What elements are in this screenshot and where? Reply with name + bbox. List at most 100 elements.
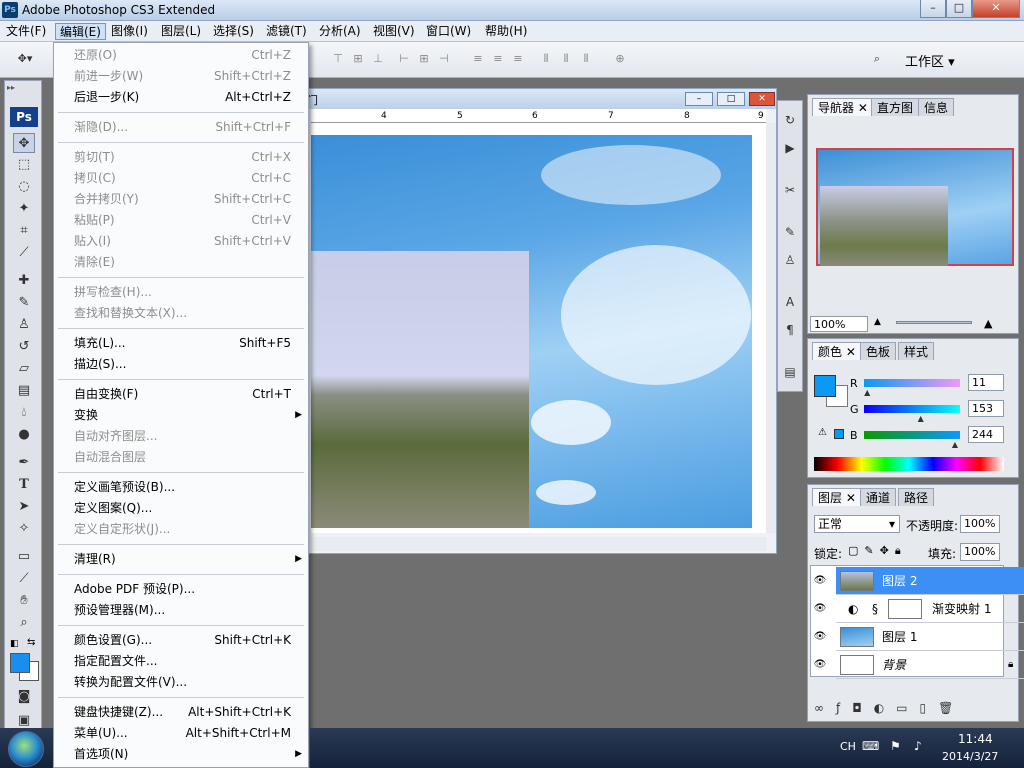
- hand-tool-icon[interactable]: ✋︎: [13, 591, 35, 611]
- edit-menu-item[interactable]: 首选项(N) ▶: [54, 744, 308, 765]
- zoom-in-icon[interactable]: ▲: [984, 317, 992, 330]
- edit-menu-item[interactable]: Adobe PDF 预设(P)...: [54, 579, 308, 600]
- menu-filter[interactable]: 滤镜(T): [262, 23, 311, 40]
- close-button[interactable]: ✕: [972, 0, 1020, 18]
- type-tool-icon[interactable]: T: [13, 475, 35, 495]
- move-tool-preset-icon[interactable]: ✥▾: [14, 52, 36, 66]
- custom-shape-tool-icon[interactable]: ✧: [13, 519, 35, 539]
- start-button[interactable]: [8, 731, 44, 767]
- marquee-tool-icon[interactable]: ⬚: [13, 155, 35, 175]
- tab-channels[interactable]: 通道: [860, 488, 897, 506]
- layer-visibility-eye-icon[interactable]: 👁︎: [812, 601, 828, 617]
- menu-file[interactable]: 文件(F): [2, 23, 50, 40]
- fg-color-chip[interactable]: [814, 375, 836, 397]
- quick-mask-icon[interactable]: ◙: [13, 687, 35, 707]
- tab-paths[interactable]: 路径: [898, 488, 935, 506]
- distribute-right-icon[interactable]: ⫴: [578, 52, 594, 66]
- horizontal-scrollbar[interactable]: [311, 537, 766, 551]
- align-left-icon[interactable]: ⊢: [396, 52, 412, 66]
- navigator-thumbnail[interactable]: [816, 148, 1014, 266]
- tab-info[interactable]: 信息: [918, 98, 955, 116]
- default-colors-icon[interactable]: ◧: [10, 639, 19, 649]
- link-icon[interactable]: §: [872, 595, 878, 623]
- menu-view[interactable]: 视图(V): [369, 23, 419, 40]
- pen-tool-icon[interactable]: ✒: [13, 453, 35, 473]
- doc-maximize-button[interactable]: □: [717, 92, 745, 106]
- edit-menu-item[interactable]: 描边(S)...: [54, 354, 308, 375]
- edit-menu-item[interactable]: 转换为配置文件(V)...: [54, 672, 308, 693]
- keyboard-icon[interactable]: ⌨: [862, 739, 879, 753]
- layer-visibility-eye-icon[interactable]: 👁︎: [812, 657, 828, 673]
- menu-select[interactable]: 选择(S): [209, 23, 258, 40]
- distribute-top-icon[interactable]: ≡: [470, 52, 486, 66]
- edit-menu-item[interactable]: 颜色设置(G)... Shift+Ctrl+K: [54, 630, 308, 651]
- actions-panel-icon[interactable]: ▶: [781, 139, 799, 157]
- volume-icon[interactable]: ♪: [914, 739, 922, 753]
- tab-color[interactable]: 颜色 ✕: [812, 342, 862, 360]
- r-value-field[interactable]: 11: [968, 374, 1004, 391]
- distribute-bottom-icon[interactable]: ≡: [510, 52, 526, 66]
- distribute-hcenter-icon[interactable]: ⫴: [558, 52, 574, 66]
- layer-row[interactable]: ◐ § 渐变映射 1: [836, 595, 1024, 623]
- foreground-color-swatch[interactable]: [10, 653, 30, 673]
- edit-menu-item[interactable]: 键盘快捷键(Z)... Alt+Shift+Ctrl+K: [54, 702, 308, 723]
- align-top-icon[interactable]: ⊤: [330, 52, 346, 66]
- tab-styles[interactable]: 样式: [898, 342, 935, 360]
- swap-colors-icon[interactable]: ⇆: [27, 637, 35, 648]
- magic-wand-tool-icon[interactable]: ✦: [13, 199, 35, 219]
- layer-row[interactable]: 背景 🔒︎: [836, 651, 1024, 679]
- gradient-tool-icon[interactable]: ▤: [13, 381, 35, 401]
- vertical-scrollbar[interactable]: [766, 123, 776, 533]
- b-slider-track[interactable]: [864, 431, 960, 439]
- edit-menu-item[interactable]: 后退一步(K) Alt+Ctrl+Z: [54, 87, 308, 108]
- history-brush-tool-icon[interactable]: ↺: [13, 337, 35, 357]
- clock-date[interactable]: 2014/3/27: [942, 750, 998, 763]
- eyedropper-tool-icon[interactable]: ⟋: [13, 569, 35, 589]
- tab-layers[interactable]: 图层 ✕: [812, 488, 862, 506]
- out-of-gamut-warning-icon[interactable]: ⚠: [818, 427, 827, 438]
- align-right-icon[interactable]: ⊣: [436, 52, 452, 66]
- bridge-icon[interactable]: ⌕: [866, 52, 888, 66]
- toolbox-collapse-icon[interactable]: ▸▸: [7, 83, 15, 92]
- menu-analysis[interactable]: 分析(A): [315, 23, 365, 40]
- notes-tool-icon[interactable]: ▭: [13, 547, 35, 567]
- document-titlebar[interactable]: 门 – □ ✕: [251, 89, 776, 109]
- clock-time[interactable]: 11:44: [958, 732, 993, 746]
- lasso-tool-icon[interactable]: ◌: [13, 177, 35, 197]
- menu-image[interactable]: 图像(I): [107, 23, 152, 40]
- doc-close-button[interactable]: ✕: [749, 92, 775, 106]
- r-slider-thumb[interactable]: ▲: [864, 388, 870, 397]
- tab-swatches[interactable]: 色板: [860, 342, 897, 360]
- g-slider-track[interactable]: [864, 405, 960, 413]
- menu-edit[interactable]: 编辑(E): [55, 23, 106, 40]
- clone-stamp-tool-icon[interactable]: ♙: [13, 315, 35, 335]
- layer-row[interactable]: 图层 2: [836, 567, 1024, 595]
- paragraph-panel-icon[interactable]: ¶: [781, 321, 799, 339]
- dodge-tool-icon[interactable]: ●: [13, 425, 35, 445]
- zoom-tool-icon[interactable]: ⌕: [13, 613, 35, 633]
- edit-menu-item[interactable]: 菜单(U)... Alt+Shift+Ctrl+M: [54, 723, 308, 744]
- path-selection-tool-icon[interactable]: ➤: [13, 497, 35, 517]
- align-bottom-icon[interactable]: ⊥: [370, 52, 386, 66]
- zoom-slider[interactable]: [896, 321, 972, 324]
- edit-menu-item[interactable]: 定义画笔预设(B)...: [54, 477, 308, 498]
- edit-menu-item[interactable]: 清理(R) ▶: [54, 549, 308, 570]
- auto-align-icon[interactable]: ⊕: [612, 52, 628, 66]
- edit-menu-item[interactable]: 指定配置文件...: [54, 651, 308, 672]
- layer-visibility-eye-icon[interactable]: 👁︎: [812, 573, 828, 589]
- zoom-field[interactable]: 100%: [810, 316, 868, 332]
- zoom-out-icon[interactable]: ▲: [874, 317, 881, 327]
- workspace-button[interactable]: 工作区 ▾: [905, 51, 955, 70]
- brushes-panel-icon[interactable]: ✎: [781, 223, 799, 241]
- clone-source-icon[interactable]: ♙: [781, 251, 799, 269]
- edit-menu-item[interactable]: 变换 ▶: [54, 405, 308, 426]
- canvas[interactable]: [311, 123, 766, 533]
- slice-tool-icon[interactable]: ⟋: [13, 243, 35, 263]
- fill-field[interactable]: 100%: [960, 543, 1000, 561]
- menu-window[interactable]: 窗口(W): [422, 23, 475, 40]
- r-slider-track[interactable]: [864, 379, 960, 387]
- align-vcenter-icon[interactable]: ⊞: [350, 52, 366, 66]
- tab-navigator[interactable]: 导航器 ✕: [812, 98, 874, 116]
- tab-histogram[interactable]: 直方图: [871, 98, 920, 116]
- menu-help[interactable]: 帮助(H): [481, 23, 531, 40]
